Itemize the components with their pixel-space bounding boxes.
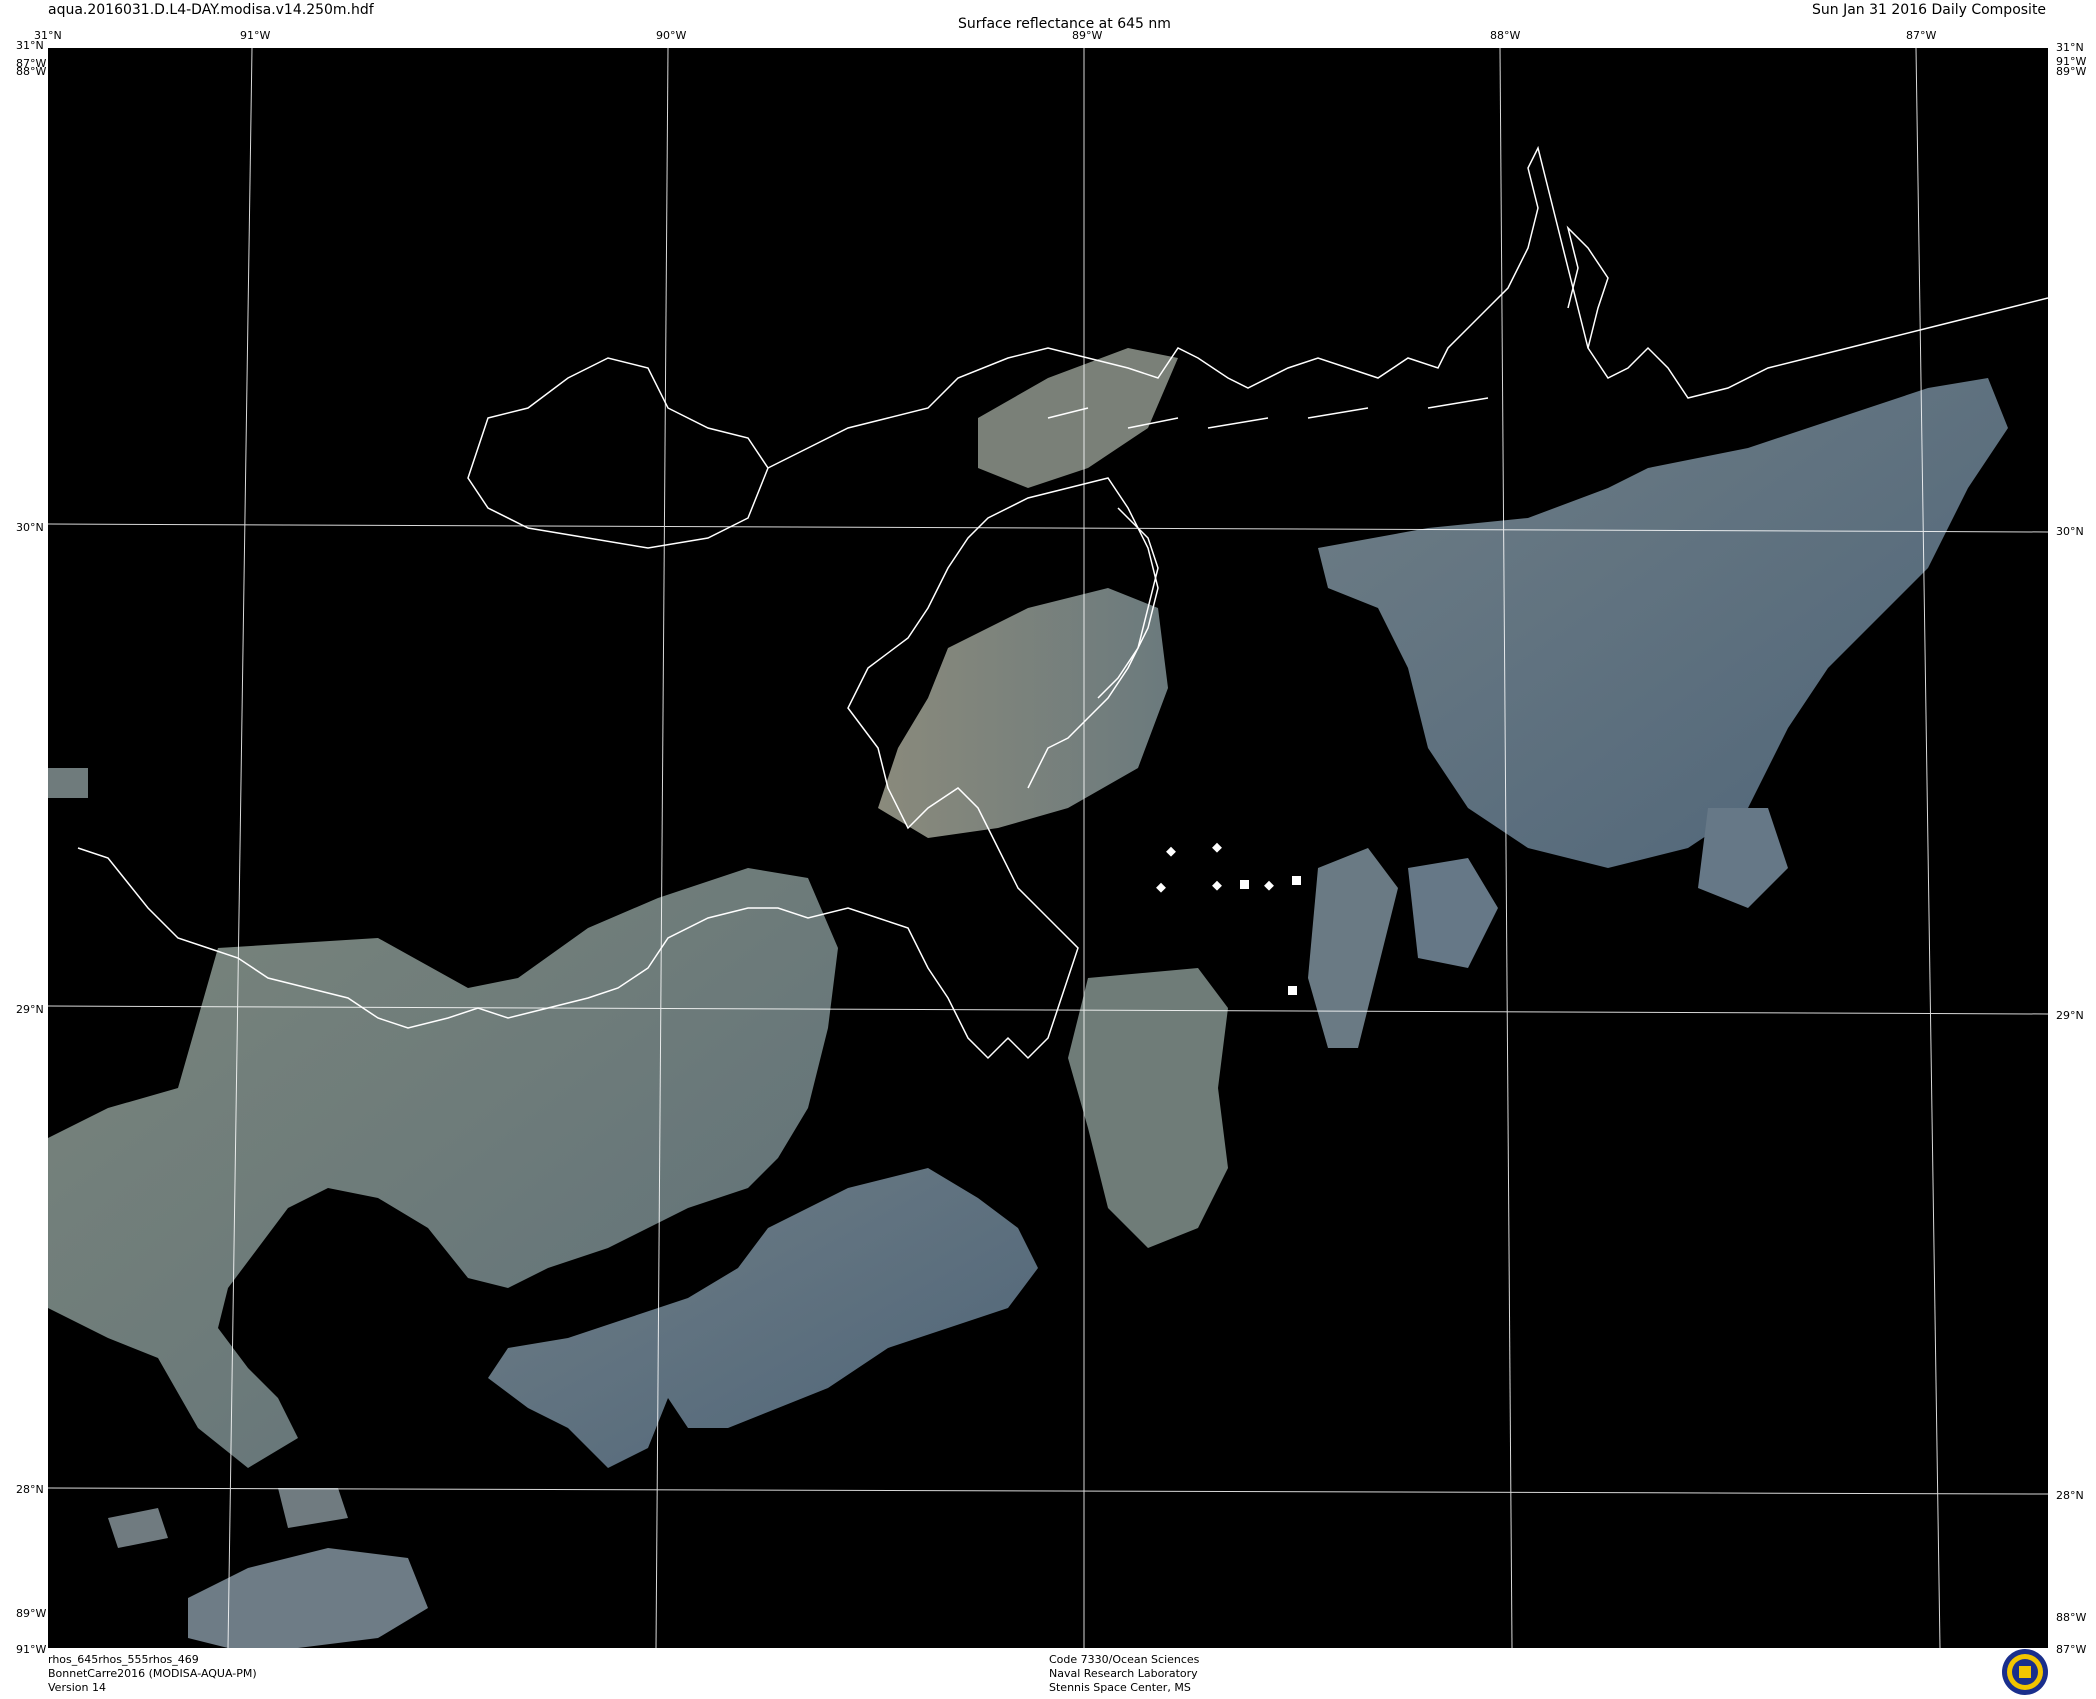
water-patches xyxy=(48,348,2008,1648)
file-name: aqua.2016031.D.L4-DAY.modisa.v14.250m.hd… xyxy=(48,2,374,18)
platform-marker xyxy=(1264,880,1274,891)
nrl-seal-icon xyxy=(2002,1649,2048,1695)
footer-org-name: Naval Research Laboratory xyxy=(1049,1667,1198,1680)
platform-marker xyxy=(1288,986,1297,995)
lake-pontchartrain xyxy=(467,357,769,549)
satellite-map xyxy=(47,47,2049,1649)
corner-label: 87°W xyxy=(2056,1643,2087,1656)
composite-date: Sun Jan 31 2016 Daily Composite xyxy=(1812,2,2047,18)
corner-label: 88°W xyxy=(2056,1611,2087,1624)
water-patch-small-1 xyxy=(108,1508,168,1548)
water-patch-strip xyxy=(1308,848,1398,1048)
corner-label: 31°N xyxy=(16,39,44,52)
water-patch-delta-north xyxy=(878,588,1168,838)
water-patch-far-east xyxy=(1698,808,1788,908)
platform-marker xyxy=(1212,880,1222,891)
map-svg xyxy=(47,47,2049,1649)
platform-marker xyxy=(1240,880,1249,889)
footer-org-code: Code 7330/Ocean Sciences xyxy=(1049,1653,1200,1666)
lat-label: 30°N xyxy=(2056,525,2084,538)
lat-label: 28°N xyxy=(2056,1489,2084,1502)
platform-marker xyxy=(1166,846,1176,857)
footer-version: Version 14 xyxy=(48,1681,106,1694)
corner-label: 91°W xyxy=(16,1643,47,1656)
footer-band-info: rhos_645rhos_555rhos_469 xyxy=(48,1653,199,1666)
platform-marker xyxy=(1156,882,1166,893)
lon-label: 88°W xyxy=(1490,29,1521,42)
lon-label: 89°W xyxy=(1072,29,1103,42)
lon-label: 87°W xyxy=(1906,29,1937,42)
corner-label: 88°W xyxy=(16,65,47,78)
water-patch-small-2 xyxy=(278,1488,348,1528)
meridian-87w xyxy=(1915,47,1941,1649)
water-patch-east xyxy=(1318,378,2008,868)
water-patch-bottom-left xyxy=(188,1548,428,1648)
lat-label: 28°N xyxy=(16,1483,44,1496)
meridian-88w xyxy=(1499,47,1513,1649)
corner-label: 89°W xyxy=(16,1607,47,1620)
lon-label: 91°W xyxy=(240,29,271,42)
corner-label: 89°W xyxy=(2056,65,2087,78)
water-patch-mid xyxy=(1408,858,1498,968)
corner-label: 31°N xyxy=(2056,41,2084,54)
lon-label: 90°W xyxy=(656,29,687,42)
platform-marker xyxy=(1212,842,1222,853)
lat-label: 29°N xyxy=(16,1003,44,1016)
platform-marker xyxy=(1292,876,1301,885)
water-patch-west-edge xyxy=(48,768,88,798)
water-patch-sound xyxy=(978,348,1178,488)
footer-location: Stennis Space Center, MS xyxy=(1049,1681,1191,1694)
coastline-mobile-bay xyxy=(1566,225,1609,349)
lat-label: 29°N xyxy=(2056,1009,2084,1022)
parallel-28n xyxy=(47,1487,2049,1495)
footer-dataset: BonnetCarre2016 (MODISA-AQUA-PM) xyxy=(48,1667,257,1680)
lat-label: 30°N xyxy=(16,521,44,534)
product-title: Surface reflectance at 645 nm xyxy=(958,16,1171,32)
